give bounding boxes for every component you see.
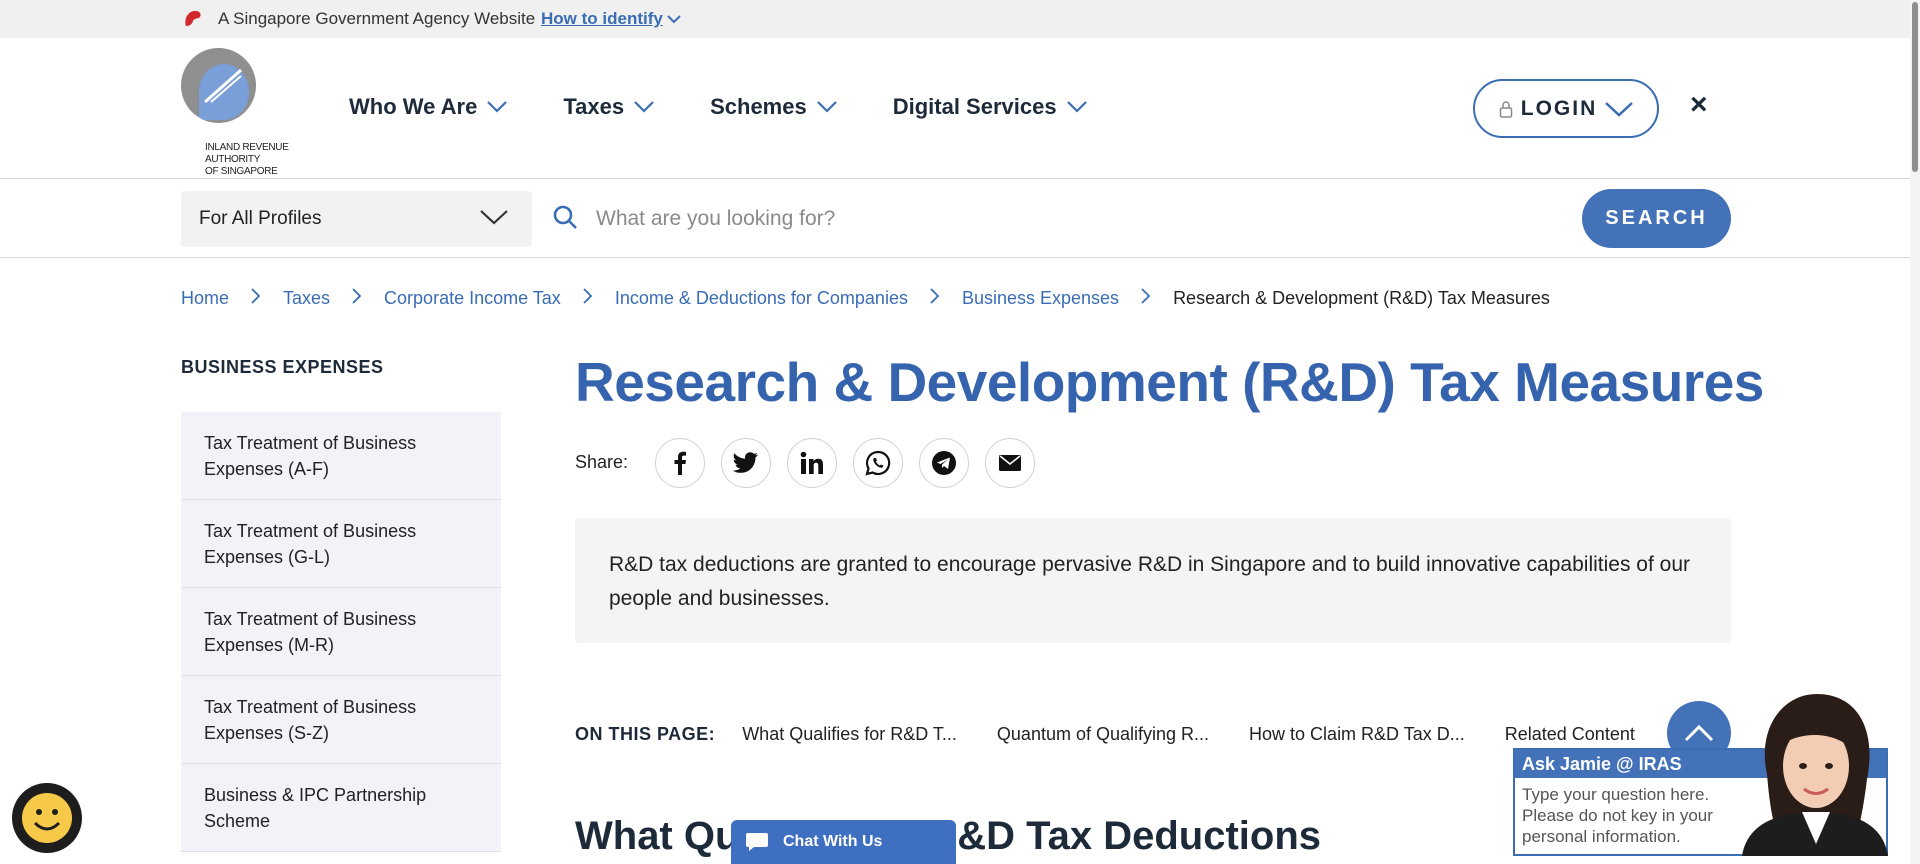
close-icon[interactable]: ×: [1690, 88, 1708, 122]
search-icon: [553, 205, 577, 229]
nav-schemes[interactable]: Schemes: [710, 94, 837, 120]
chevron-right-icon: [352, 288, 362, 309]
feedback-smiley-button[interactable]: [12, 783, 82, 853]
how-to-identify-link[interactable]: How to identify: [541, 9, 681, 29]
breadcrumb-income-deductions[interactable]: Income & Deductions for Companies: [615, 288, 908, 309]
scrollbar-thumb[interactable]: [1912, 2, 1918, 172]
chevron-down-icon: [667, 14, 681, 23]
chevron-down-icon: [487, 101, 508, 113]
search-bar: For All Profiles SEARCH: [0, 180, 1910, 258]
sidebar-item-expenses-g-l[interactable]: Tax Treatment of Business Expenses (G-L): [181, 500, 501, 588]
chevron-down-icon: [1066, 101, 1087, 113]
chevron-down-icon: [634, 101, 654, 113]
main-nav: Who We Are Taxes Schemes Digital Service…: [349, 94, 1143, 120]
breadcrumb-business-expenses[interactable]: Business Expenses: [962, 288, 1119, 309]
email-icon[interactable]: [985, 438, 1035, 488]
chevron-right-icon: [583, 288, 593, 309]
search-input[interactable]: [596, 197, 1556, 241]
otp-link-what-qualifies[interactable]: What Qualifies for R&D T...: [742, 724, 957, 745]
twitter-icon[interactable]: [721, 438, 771, 488]
chat-bubble-icon: [746, 833, 768, 851]
chevron-down-icon: [1605, 101, 1634, 117]
lion-head-icon: [185, 10, 201, 26]
telegram-icon[interactable]: [919, 438, 969, 488]
otp-link-how-to-claim[interactable]: How to Claim R&D Tax D...: [1249, 724, 1465, 745]
sidebar-item-ipc-partnership[interactable]: Business & IPC Partnership Scheme: [181, 764, 501, 852]
sidebar-item-expenses-s-z[interactable]: Tax Treatment of Business Expenses (S-Z): [181, 676, 501, 764]
iras-logo[interactable]: INLAND REVENUE AUTHORITY OF SINGAPORE: [181, 48, 291, 177]
sidebar-item-expenses-m-r[interactable]: Tax Treatment of Business Expenses (M-R): [181, 588, 501, 676]
sidebar-title: BUSINESS EXPENSES: [181, 357, 384, 377]
chevron-down-icon: [480, 210, 508, 225]
profile-select[interactable]: For All Profiles: [181, 191, 532, 247]
breadcrumb: Home Taxes Corporate Income Tax Income &…: [181, 288, 1550, 309]
facebook-icon[interactable]: [655, 438, 705, 488]
lock-icon: [1499, 100, 1512, 118]
page-title: Research & Development (R&D) Tax Measure…: [575, 351, 1764, 413]
sidebar-item-expenses-a-f[interactable]: Tax Treatment of Business Expenses (A-F): [181, 412, 501, 500]
share-label: Share:: [575, 452, 629, 472]
linkedin-icon[interactable]: [787, 438, 837, 488]
nav-digital-services[interactable]: Digital Services: [893, 94, 1087, 120]
nav-who-we-are[interactable]: Who We Are: [349, 94, 508, 120]
whatsapp-icon[interactable]: [853, 438, 903, 488]
login-button[interactable]: LOGIN: [1473, 79, 1659, 138]
chevron-up-icon: [1684, 724, 1714, 742]
chat-with-us-tab[interactable]: Chat With Us: [731, 820, 956, 864]
sidebar-nav: Tax Treatment of Business Expenses (A-F)…: [181, 412, 501, 852]
summary-box: R&D tax deductions are granted to encour…: [575, 518, 1731, 643]
logo-text: INLAND REVENUE AUTHORITY OF SINGAPORE: [205, 142, 289, 177]
chevron-right-icon: [930, 288, 940, 309]
smiley-face-icon: [22, 793, 72, 843]
otp-link-related-content[interactable]: Related Content: [1505, 724, 1635, 745]
search-button[interactable]: SEARCH: [1582, 189, 1731, 248]
chevron-down-icon: [816, 101, 837, 113]
nav-taxes[interactable]: Taxes: [563, 94, 654, 120]
iras-logo-icon: [181, 48, 256, 123]
site-header: INLAND REVENUE AUTHORITY OF SINGAPORE Wh…: [0, 38, 1910, 179]
otp-link-quantum[interactable]: Quantum of Qualifying R...: [997, 724, 1209, 745]
chevron-right-icon: [1141, 288, 1151, 309]
breadcrumb-home[interactable]: Home: [181, 288, 229, 309]
breadcrumb-current: Research & Development (R&D) Tax Measure…: [1173, 288, 1550, 308]
breadcrumb-taxes[interactable]: Taxes: [283, 288, 330, 309]
gov-banner-text: A Singapore Government Agency Website: [218, 9, 536, 28]
breadcrumb-corporate-income-tax[interactable]: Corporate Income Tax: [384, 288, 561, 309]
page-scrollbar[interactable]: [1910, 0, 1920, 864]
on-this-page-nav: ON THIS PAGE: What Qualifies for R&D T..…: [575, 724, 1675, 745]
ask-jamie-input[interactable]: Type your question here. Please do not k…: [1515, 778, 1745, 853]
chevron-right-icon: [251, 288, 261, 309]
jamie-avatar-icon: [1742, 694, 1888, 856]
gov-banner: A Singapore Government Agency Website Ho…: [0, 0, 1910, 38]
on-this-page-label: ON THIS PAGE:: [575, 724, 716, 744]
share-buttons: [655, 438, 1035, 488]
